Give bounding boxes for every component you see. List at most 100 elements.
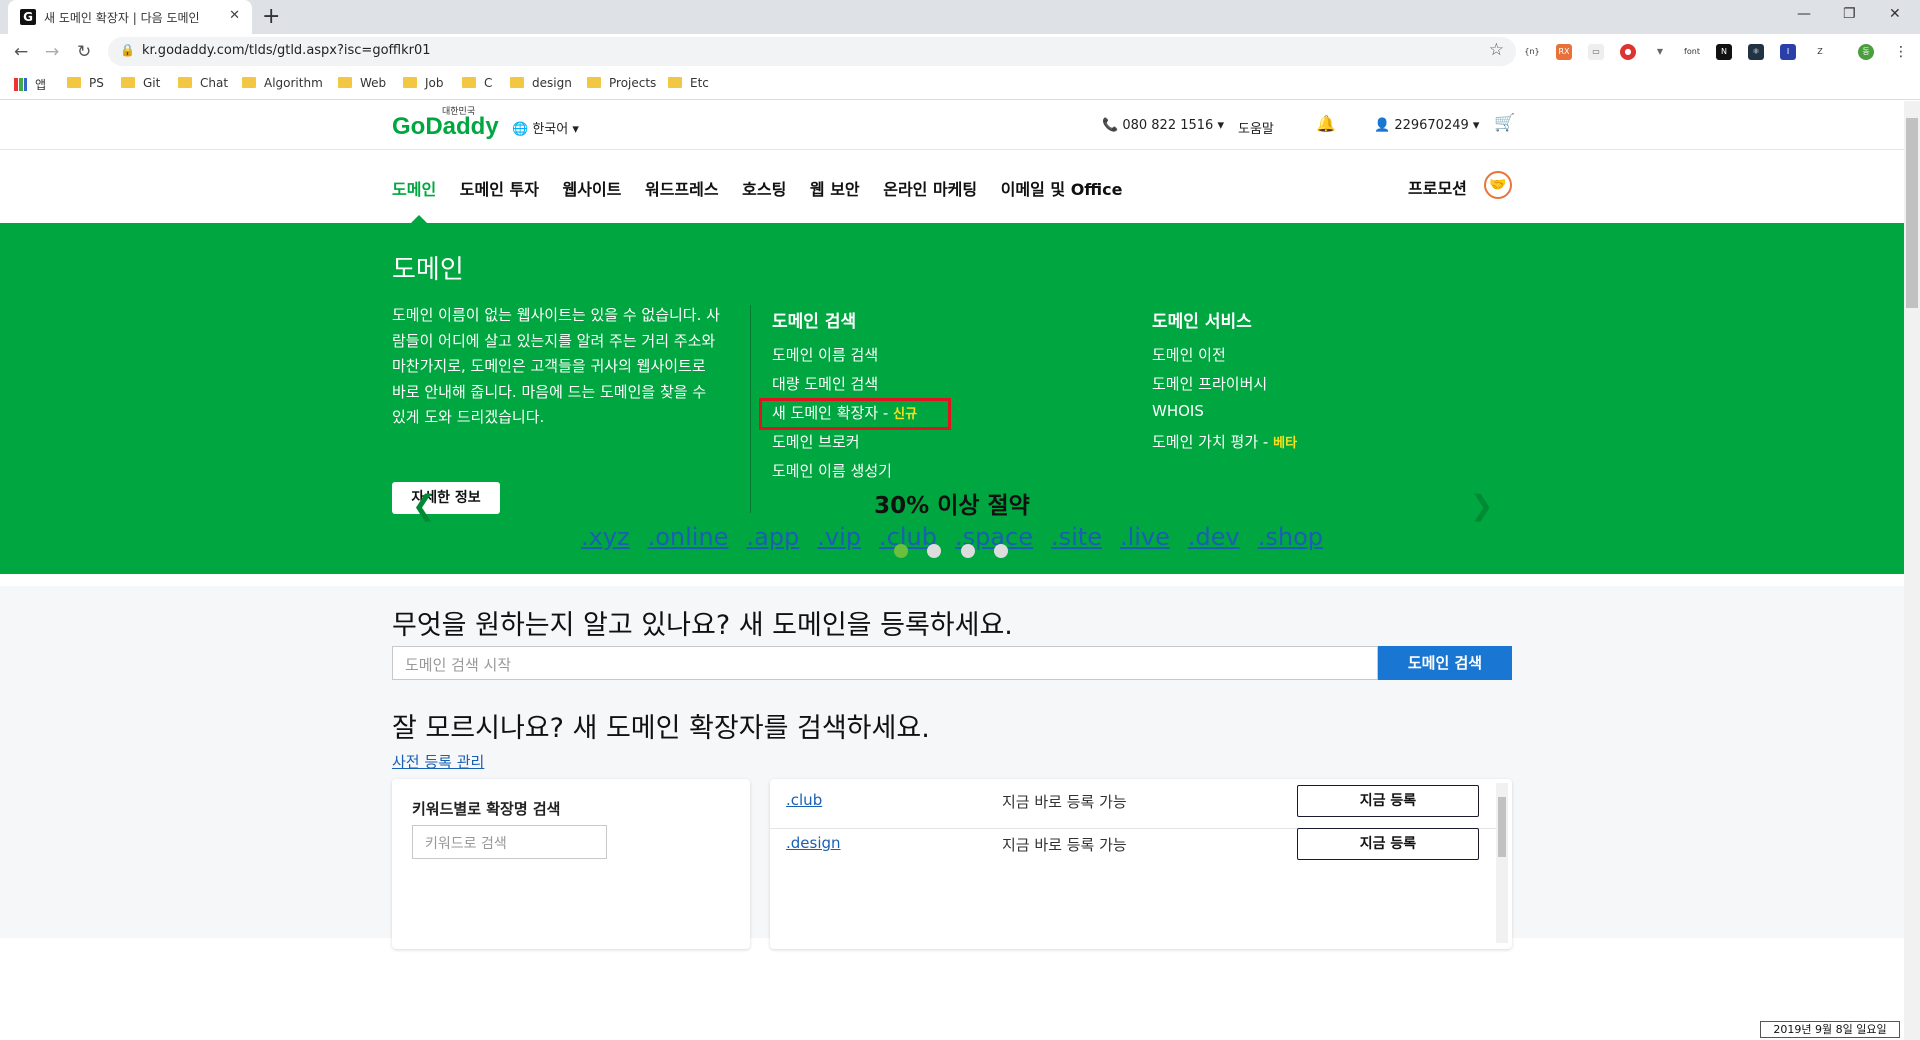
main-nav: 도메인 도메인 투자 웹사이트 워드프레스 호스팅 웹 보안 온라인 마케팅 이… (392, 176, 1141, 200)
nav-item-web-security[interactable]: 웹 보안 (810, 176, 860, 200)
link-domain-broker[interactable]: 도메인 브로커 (772, 431, 860, 452)
extension-v-icon[interactable]: ▼ (1652, 44, 1668, 60)
chevron-left-icon[interactable]: ❮ (412, 489, 435, 522)
phone-icon: 📞 (1102, 118, 1123, 133)
carousel-dot-active[interactable] (894, 544, 908, 558)
link-domain-privacy[interactable]: 도메인 프라이버시 (1152, 373, 1267, 394)
language-selector[interactable]: 🌐 한국어 ▾ (512, 118, 579, 137)
user-icon: 👤 (1374, 118, 1395, 133)
nav-item-email-office[interactable]: 이메일 및 Office (1001, 176, 1123, 200)
nav-item-domain[interactable]: 도메인 (392, 176, 436, 200)
bookmark-folder[interactable]: Chat (178, 76, 228, 90)
menu-dots-icon[interactable]: ⋮ (1893, 44, 1909, 60)
nav-item-website[interactable]: 웹사이트 (563, 176, 622, 200)
bookmark-folder[interactable]: Etc (668, 76, 709, 90)
close-window-icon[interactable]: ✕ (1889, 6, 1901, 22)
logo-country: 대한민국 (442, 107, 476, 117)
back-icon[interactable]: ← (14, 42, 28, 62)
extension-i-icon[interactable]: I (1780, 44, 1796, 60)
tld-link[interactable]: .app (746, 523, 799, 551)
bookmark-folder[interactable]: Projects (587, 76, 656, 90)
handshake-icon[interactable]: 🤝 (1484, 171, 1512, 199)
carousel-tld-list: .xyz .online .app .vip .club .space .site .live… (0, 523, 1904, 551)
preregistration-link[interactable]: 사전 등록 관리 (392, 751, 484, 772)
extension-red-icon[interactable]: ● (1620, 44, 1636, 60)
list-scrollbar-thumb[interactable] (1498, 797, 1506, 857)
menu-pointer (411, 215, 427, 223)
extension-screen-icon[interactable]: ▭ (1588, 44, 1604, 60)
address-bar[interactable]: 🔒 kr.godaddy.com/tlds/gtld.aspx?isc=goff… (108, 37, 1516, 66)
keyword-search-input[interactable]: 키워드로 검색 (412, 825, 607, 859)
column-divider (750, 305, 751, 513)
domain-search-input[interactable]: 도메인 검색 시작 (392, 646, 1378, 680)
domain-mega-menu (0, 223, 1904, 574)
tld-row-status: 지금 바로 등록 가능 (1002, 836, 1127, 854)
domain-search-button[interactable]: 도메인 검색 (1378, 646, 1512, 680)
nav-item-hosting[interactable]: 호스팅 (742, 176, 786, 200)
bookmark-folder[interactable]: design (510, 76, 572, 90)
minimize-icon[interactable]: — (1797, 6, 1811, 22)
link-domain-appraisal[interactable]: 도메인 가치 평가 - 베타 (1152, 431, 1297, 452)
register-now-button[interactable]: 지금 등록 (1297, 828, 1479, 860)
folder-icon (178, 77, 192, 88)
tld-row-status: 지금 바로 등록 가능 (1002, 793, 1127, 811)
tld-link[interactable]: .online (648, 523, 729, 551)
new-tab-icon[interactable]: + (262, 4, 280, 29)
link-domain-transfer[interactable]: 도메인 이전 (1152, 344, 1226, 365)
extension-json-icon[interactable]: {n} (1524, 44, 1540, 60)
tld-link[interactable]: .xyz (581, 523, 630, 551)
promotion-link[interactable]: 프로모션 (1408, 175, 1467, 199)
phone-menu[interactable]: 📞 080 822 1516 ▾ (1102, 118, 1224, 133)
bookmark-folder[interactable]: C (462, 76, 492, 90)
link-domain-name-generator[interactable]: 도메인 이름 생성기 (772, 460, 892, 481)
tab-strip (0, 0, 1920, 34)
extension-rx-icon[interactable]: RX (1556, 44, 1572, 60)
tld-row-name[interactable]: .club (786, 791, 822, 809)
profile-avatar[interactable]: 동 (1858, 44, 1874, 60)
chevron-right-icon[interactable]: ❯ (1470, 489, 1493, 522)
tld-link[interactable]: .dev (1188, 523, 1240, 551)
extension-font-icon[interactable]: font (1684, 44, 1700, 60)
bookmark-folder[interactable]: Algorithm (242, 76, 323, 90)
bookmark-folder[interactable]: Git (121, 76, 160, 90)
carousel-title: 30% 이상 절약 (874, 493, 1030, 519)
tld-link[interactable]: .site (1051, 523, 1102, 551)
bookmark-folder[interactable]: Job (403, 76, 444, 90)
carousel-dot[interactable] (994, 544, 1008, 558)
godaddy-logo[interactable]: GoDaddy (392, 113, 499, 141)
divider (0, 149, 1904, 150)
cart-icon[interactable]: 🛒 (1494, 113, 1515, 133)
caret-down-icon: ▾ (568, 122, 579, 137)
carousel-dot[interactable] (927, 544, 941, 558)
close-tab-icon[interactable]: ✕ (229, 8, 240, 23)
bookmark-folder[interactable]: PS (67, 76, 104, 90)
extension-notion-icon[interactable]: N (1716, 44, 1732, 60)
tld-row-name[interactable]: .design (786, 834, 841, 852)
nav-item-domain-investing[interactable]: 도메인 투자 (460, 176, 539, 200)
bookmark-star-icon[interactable]: ☆ (1489, 40, 1504, 60)
forward-icon[interactable]: → (45, 42, 59, 62)
register-now-button[interactable]: 지금 등록 (1297, 785, 1479, 817)
notification-bell-icon[interactable]: 🔔 (1316, 114, 1336, 133)
account-menu[interactable]: 👤 229670249 ▾ (1374, 118, 1479, 133)
extension-z-icon[interactable]: Z (1812, 44, 1828, 60)
folder-icon (242, 77, 256, 88)
page-scrollbar-thumb[interactable] (1906, 118, 1918, 308)
link-whois[interactable]: WHOIS (1152, 402, 1204, 420)
extension-react-icon[interactable]: ⚛ (1748, 44, 1764, 60)
browser-tab[interactable]: G 새 도메인 확장자 | 다음 도메인 ✕ (8, 0, 252, 34)
tld-link[interactable]: .vip (817, 523, 861, 551)
link-domain-name-search[interactable]: 도메인 이름 검색 (772, 344, 878, 365)
bookmark-folder[interactable]: Web (338, 76, 386, 90)
reload-icon[interactable]: ↻ (77, 42, 91, 62)
restore-icon[interactable]: ❐ (1843, 6, 1856, 22)
tld-link[interactable]: .live (1120, 523, 1170, 551)
help-link[interactable]: 도움말 (1238, 118, 1274, 137)
highlight-box (759, 398, 951, 430)
nav-item-wordpress[interactable]: 워드프레스 (645, 176, 719, 200)
bookmark-apps[interactable]: 앱 (14, 76, 46, 93)
tld-link[interactable]: .shop (1258, 523, 1323, 551)
nav-item-online-marketing[interactable]: 온라인 마케팅 (883, 176, 977, 200)
carousel-dot[interactable] (961, 544, 975, 558)
link-bulk-domain-search[interactable]: 대량 도메인 검색 (772, 373, 878, 394)
